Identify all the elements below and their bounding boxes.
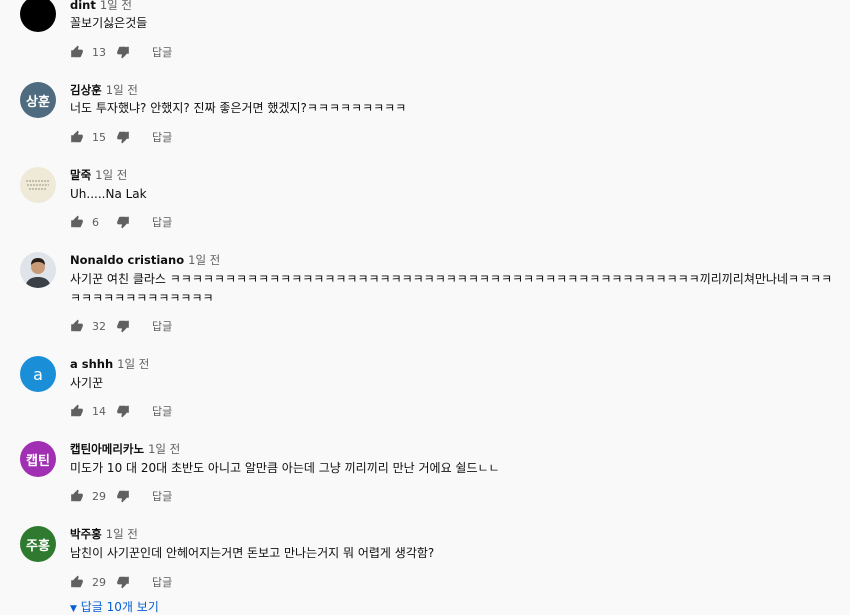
reply-button[interactable]: 답글 bbox=[152, 318, 172, 334]
author-name[interactable]: 김상훈 bbox=[70, 83, 102, 97]
comment-time[interactable]: 1일 전 bbox=[100, 0, 132, 12]
like-count: 14 bbox=[92, 404, 106, 418]
comment-header: 말죽 1일 전 bbox=[70, 167, 127, 183]
like-count: 15 bbox=[92, 130, 106, 144]
thumbs-up-icon[interactable] bbox=[70, 45, 84, 59]
comment-header: a shhh 1일 전 bbox=[70, 356, 149, 372]
comment-text: Uh.....Na Lak bbox=[70, 187, 147, 201]
person-photo-icon bbox=[25, 258, 51, 288]
chevron-down-icon: ▼ bbox=[70, 604, 77, 614]
comment-text: 사기꾼 여친 클라스 ㅋㅋㅋㅋㅋㅋㅋㅋㅋㅋㅋㅋㅋㅋㅋㅋㅋㅋㅋㅋㅋㅋㅋㅋㅋㅋㅋㅋㅋ… bbox=[70, 272, 833, 305]
view-replies-button[interactable]: ▼ 답글 10개 보기 bbox=[70, 598, 159, 615]
handwriting-avatar-icon bbox=[26, 180, 50, 190]
reply-button[interactable]: 답글 bbox=[152, 574, 172, 590]
author-name[interactable]: a shhh bbox=[70, 357, 113, 371]
comment-time[interactable]: 1일 전 bbox=[95, 168, 127, 182]
reply-button[interactable]: 답글 bbox=[152, 488, 172, 504]
avatar[interactable]: 상훈 bbox=[20, 82, 56, 118]
reply-button[interactable]: 답글 bbox=[152, 214, 172, 230]
avatar[interactable]: 캡틴 bbox=[20, 441, 56, 477]
comment-header: dint 1일 전 bbox=[70, 0, 132, 13]
comment-time[interactable]: 1일 전 bbox=[148, 442, 180, 456]
like-count: 32 bbox=[92, 319, 106, 333]
comment-text: 사기꾼 bbox=[70, 376, 104, 390]
view-replies-label: 답글 10개 보기 bbox=[80, 600, 159, 614]
thumbs-down-icon[interactable] bbox=[116, 130, 130, 144]
thumbs-down-icon[interactable] bbox=[116, 45, 130, 59]
comment-time[interactable]: 1일 전 bbox=[117, 357, 149, 371]
thumbs-up-icon[interactable] bbox=[70, 319, 84, 333]
comment-text: 미도가 10 대 20대 초반도 아니고 알만큼 아는데 그냥 끼리끼리 만난 … bbox=[70, 461, 500, 475]
avatar[interactable]: 주홍 bbox=[20, 526, 56, 562]
thumbs-up-icon[interactable] bbox=[70, 575, 84, 589]
thumbs-up-icon[interactable] bbox=[70, 215, 84, 229]
comment-time[interactable]: 1일 전 bbox=[106, 527, 138, 541]
comment-header: 캡틴아메리카노 1일 전 bbox=[70, 441, 180, 457]
like-count: 13 bbox=[92, 45, 106, 59]
comment-header: 김상훈 1일 전 bbox=[70, 82, 138, 98]
thumbs-down-icon[interactable] bbox=[116, 404, 130, 418]
thumbs-down-icon[interactable] bbox=[116, 215, 130, 229]
thumbs-up-icon[interactable] bbox=[70, 130, 84, 144]
author-name[interactable]: 박주홍 bbox=[70, 527, 102, 541]
author-name[interactable]: 말죽 bbox=[70, 168, 91, 182]
comment-text: 남친이 사기꾼인데 안헤어지는거면 돈보고 만나는거지 뭐 어렵게 생각함? bbox=[70, 546, 435, 560]
comment-header: Nonaldo cristiano 1일 전 bbox=[70, 252, 220, 268]
avatar[interactable] bbox=[20, 167, 56, 203]
author-name[interactable]: 캡틴아메리카노 bbox=[70, 442, 144, 456]
comment-actions: 29 답글 bbox=[70, 487, 172, 505]
thumbs-up-icon[interactable] bbox=[70, 404, 84, 418]
comment-actions: 6 답글 bbox=[70, 213, 172, 231]
comment-text: 꼴보기싫은것들 bbox=[70, 16, 148, 30]
comment-actions: 14 답글 bbox=[70, 402, 172, 420]
author-name[interactable]: Nonaldo cristiano bbox=[70, 253, 184, 267]
like-count: 29 bbox=[92, 489, 106, 503]
author-name[interactable]: dint bbox=[70, 0, 96, 12]
avatar[interactable] bbox=[20, 0, 56, 32]
thumbs-down-icon[interactable] bbox=[116, 489, 130, 503]
reply-button[interactable]: 답글 bbox=[152, 44, 172, 60]
comment-header: 박주홍 1일 전 bbox=[70, 526, 138, 542]
comment-actions: 13 답글 bbox=[70, 43, 172, 61]
like-count: 29 bbox=[92, 575, 106, 589]
thumbs-down-icon[interactable] bbox=[116, 575, 130, 589]
avatar[interactable]: a bbox=[20, 356, 56, 392]
avatar[interactable] bbox=[20, 252, 56, 288]
reply-button[interactable]: 답글 bbox=[152, 403, 172, 419]
comment-actions: 29 답글 bbox=[70, 573, 172, 591]
reply-button[interactable]: 답글 bbox=[152, 129, 172, 145]
thumbs-up-icon[interactable] bbox=[70, 489, 84, 503]
comment-actions: 15 답글 bbox=[70, 128, 172, 146]
comment-time[interactable]: 1일 전 bbox=[188, 253, 220, 267]
thumbs-down-icon[interactable] bbox=[116, 319, 130, 333]
comment-actions: 32 답글 bbox=[70, 317, 172, 335]
like-count: 6 bbox=[92, 215, 99, 229]
comment-text: 너도 투자했냐? 안했지? 진짜 좋은거면 했겠지?ㅋㅋㅋㅋㅋㅋㅋㅋㅋ bbox=[70, 101, 407, 115]
comment-time[interactable]: 1일 전 bbox=[106, 83, 138, 97]
